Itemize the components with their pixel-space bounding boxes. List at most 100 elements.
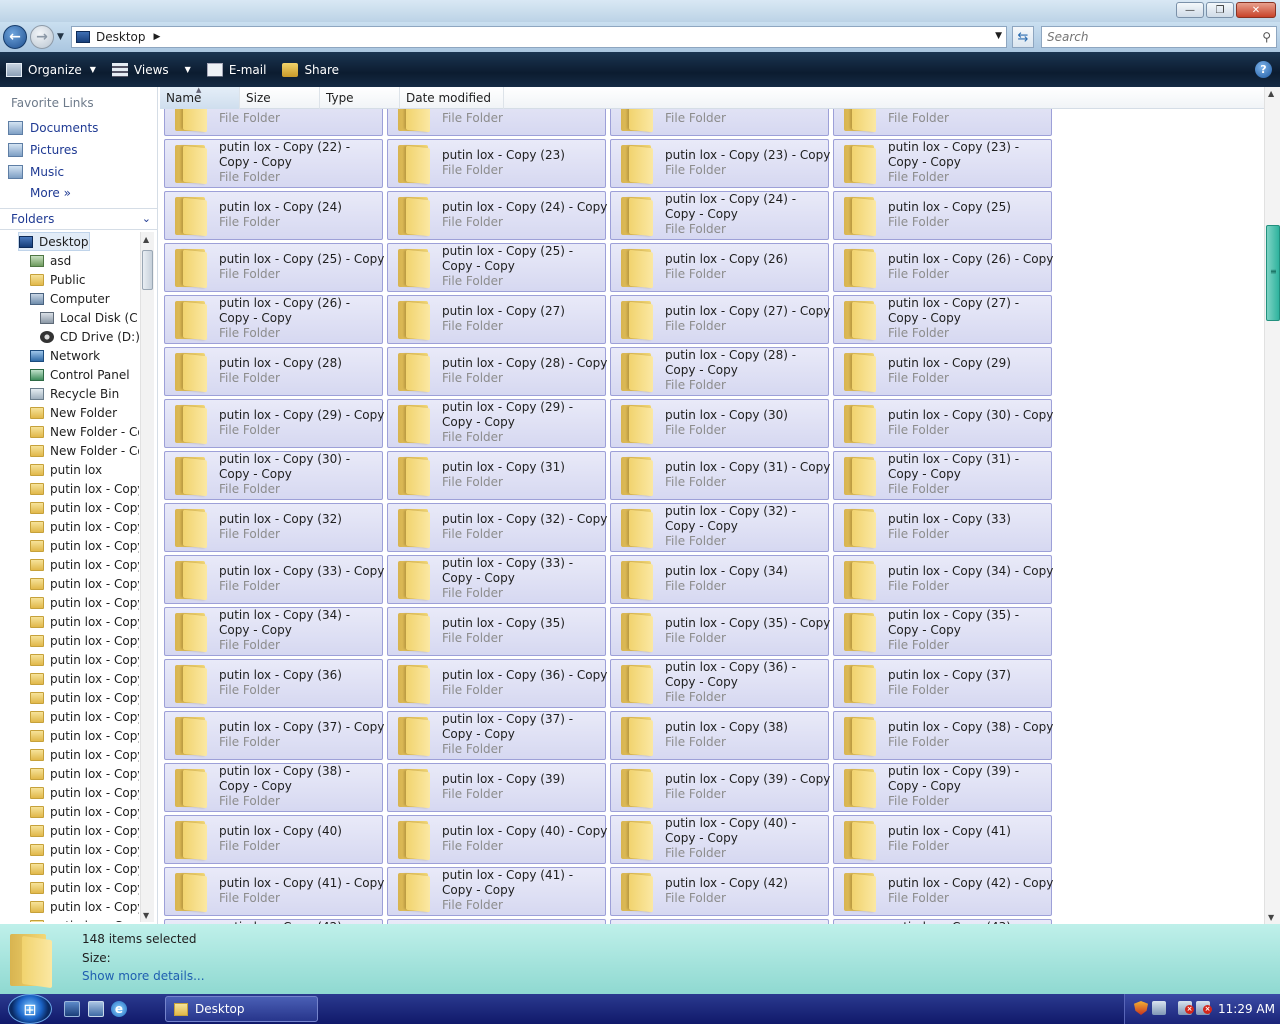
folder-tile[interactable]: putin lox - Copy (35) - Copy File Folder [610,607,830,656]
views-button[interactable]: Views ▼ [111,62,191,77]
folder-tile[interactable]: putin lox - Copy (31) File Folder [387,451,606,500]
folder-tile[interactable]: putin lox - Copy (28) - Copy - Copy File … [610,347,829,396]
folder-tile[interactable]: putin lox - Copy (25) File Folder [833,191,1052,240]
tree-item[interactable]: Recycle Bin [30,384,119,403]
column-size[interactable]: Size [240,87,320,109]
scroll-down-icon[interactable]: ▼ [1268,913,1274,922]
folders-header[interactable]: Folders ⌄ [0,208,158,230]
folder-tile[interactable]: putin lox - Copy (34) - Copy File Folder [833,555,1053,604]
breadcrumb-arrow-icon[interactable]: ▶ [154,32,161,42]
tree-item[interactable]: putin lox - Copy [30,669,139,688]
tree-item[interactable]: putin lox - Copy [30,536,139,555]
tree-item[interactable]: putin lox [30,460,102,479]
folder-tile[interactable]: putin lox - Copy (27) - Copy - Copy File … [833,295,1052,344]
tree-item[interactable]: Local Disk (C:) [40,308,139,327]
folder-tile[interactable]: putin lox - Copy (36) File Folder [164,659,383,708]
folder-tile[interactable]: putin lox - Copy (29) - Copy File Folder [164,399,384,448]
folder-tile[interactable]: putin lox - Copy (30) - Copy File Folder [833,399,1053,448]
folder-tile[interactable]: putin lox - Copy (24) File Folder [164,191,383,240]
folder-tile[interactable]: putin lox - Copy (37) - Copy File Folder [164,711,384,760]
refresh-button[interactable]: ⇆ [1012,26,1034,48]
organize-button[interactable]: Organize ▼ [6,62,96,77]
folder-tile[interactable]: putin lox - Copy (29) File Folder [833,347,1052,396]
tree-item[interactable]: New Folder - Co [30,441,139,460]
tree-item[interactable]: putin lox - Copy [30,726,139,745]
folder-tile[interactable]: putin lox - Copy (24) - Copy - Copy File … [610,191,829,240]
back-button[interactable]: ← [3,25,27,49]
tree-item[interactable]: CD Drive (D:) V [40,327,139,346]
tree-item[interactable]: putin lox - Copy [30,479,139,498]
chevron-down-icon[interactable]: ▼ [185,65,191,74]
folder-tile[interactable]: putin lox - Copy (32) - Copy - Copy File … [610,503,829,552]
tree-item[interactable]: putin lox - Copy [30,802,139,821]
tree-item[interactable]: Computer [30,289,110,308]
address-location[interactable]: Desktop [96,30,146,44]
tree-item[interactable]: Network [30,346,100,365]
tree-item[interactable]: putin lox - Copy [30,688,139,707]
folder-tile[interactable]: putin lox - Copy (31) - Copy File Folder [610,451,830,500]
recent-pages-dropdown[interactable]: ▼ [57,32,64,42]
folder-tile[interactable]: putin lox - Copy (32) - Copy File Folder [387,503,607,552]
minimize-button[interactable]: — [1176,2,1204,18]
folder-tile[interactable]: putin lox - Copy (33) - Copy File Folder [164,555,384,604]
tree-item[interactable]: Public [30,270,86,289]
favorite-link-pictures[interactable]: Pictures [8,141,78,159]
folder-tree-scrollbar[interactable]: ▲ ▼ [140,232,154,922]
start-button[interactable]: ⊞ [8,994,52,1024]
tree-item[interactable]: putin lox - Copy [30,745,139,764]
tree-item[interactable]: putin lox - Copy [30,897,139,916]
search-input[interactable] [1042,30,1247,44]
address-dropdown-icon[interactable]: ▼ [995,31,1002,41]
folder-tile[interactable]: putin lox - Copy (42) File Folder [610,867,829,916]
email-button[interactable]: E-mail [206,62,266,77]
folder-tile[interactable]: putin lox - Copy (31) - Copy - Copy File … [833,451,1052,500]
tree-item[interactable]: putin lox - Copy [30,878,139,897]
folder-tile[interactable]: putin lox - Copy (41) - Copy File Folder [164,867,384,916]
folder-tile[interactable]: putin lox - Copy (38) File Folder [610,711,829,760]
tree-item[interactable]: putin lox - Copy [30,859,139,878]
share-button[interactable]: Share [282,62,339,77]
folder-tile[interactable]: putin lox - Copy (42) - Copy File Folder [833,867,1053,916]
folder-tile[interactable]: putin lox - Copy (41) File Folder [833,815,1052,864]
tree-item[interactable]: New Folder [30,403,117,422]
folder-tile[interactable]: putin lox - Copy (30) - Copy - Copy File … [164,451,383,500]
folder-tile[interactable]: File Folder [610,109,829,136]
folder-tile[interactable]: File Folder [387,109,606,136]
folder-tile[interactable]: putin lox - Copy (23) File Folder [387,139,606,188]
folder-tile[interactable]: putin lox - Copy (39) - Copy - Copy File … [833,763,1052,812]
tree-item[interactable]: Desktop [18,232,90,251]
folder-tile[interactable]: File Folder [833,109,1052,136]
folder-tile[interactable]: putin lox - Copy (40) File Folder [164,815,383,864]
taskbar-window-button[interactable]: Desktop [165,996,318,1022]
tree-item[interactable]: putin lox - Copy [30,650,139,669]
security-shield-icon[interactable] [1134,1001,1148,1015]
folder-tile[interactable]: putin lox - Copy (23) - Copy File Folder [610,139,830,188]
folder-tile[interactable]: putin lox - Copy (24) - Copy File Folder [387,191,607,240]
folder-tile[interactable]: putin lox - Copy (26) File Folder [610,243,829,292]
tree-item[interactable]: putin lox - Copy [30,517,139,536]
address-bar[interactable]: Desktop ▶ ▼ [71,26,1007,48]
close-button[interactable]: ✕ [1236,2,1276,18]
tree-item[interactable]: Control Panel [30,365,130,384]
folder-tile[interactable]: putin lox - Copy (40) - Copy - Copy File … [610,815,829,864]
tree-item[interactable]: putin lox - Copy [30,916,139,922]
tree-item[interactable]: putin lox - Copy [30,707,139,726]
scroll-up-icon[interactable]: ▲ [143,235,149,244]
scrollbar-thumb[interactable] [142,250,153,290]
column-name[interactable]: ▲ Name [160,86,240,109]
tree-item[interactable]: New Folder - Co [30,422,139,441]
folder-tile[interactable]: putin lox - Copy (36) - Copy File Folder [387,659,607,708]
tree-item[interactable]: putin lox - Copy [30,783,139,802]
folder-tile[interactable]: putin lox - Copy (28) - Copy File Folder [387,347,607,396]
tree-item[interactable]: putin lox - Copy [30,555,139,574]
scrollbar-thumb[interactable]: ≡ [1266,225,1280,321]
file-grid-scrollbar[interactable]: ▲ ≡ ▼ [1264,87,1280,924]
folder-tile[interactable]: putin lox - Copy (39) File Folder [387,763,606,812]
folder-tile[interactable]: putin lox - Copy (25) - Copy - Copy File … [387,243,606,292]
folder-tile[interactable]: putin lox - Copy (32) File Folder [164,503,383,552]
tree-item[interactable]: putin lox - Copy [30,612,139,631]
folder-tile[interactable]: putin lox - Copy (29) - Copy - Copy File … [387,399,606,448]
tree-item[interactable]: putin lox - Copy [30,498,139,517]
folder-tile[interactable]: putin lox - Copy (22) - Copy - Copy File … [164,139,383,188]
folder-tile[interactable]: putin lox - Copy (37) - Copy - Copy File … [387,711,606,760]
